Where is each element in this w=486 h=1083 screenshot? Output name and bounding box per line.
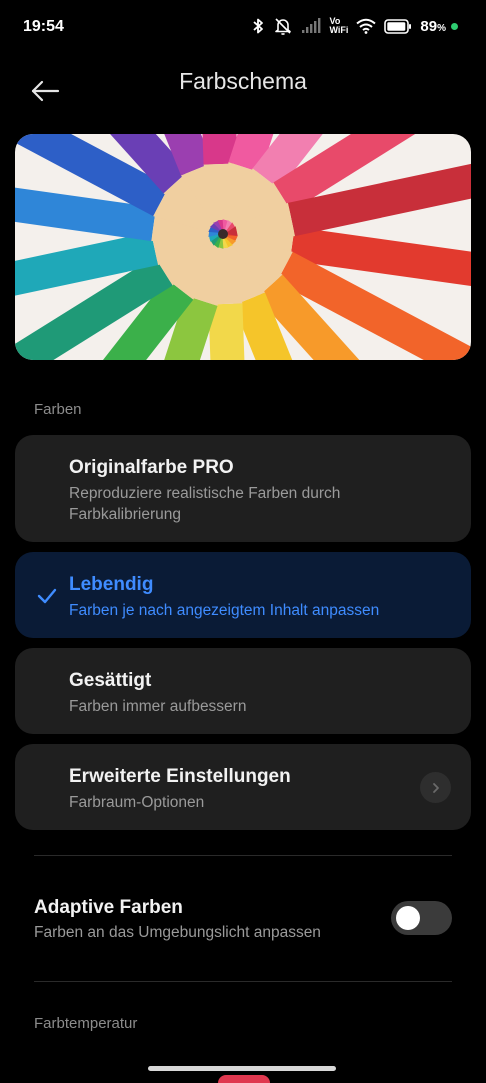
page-title: Farbschema: [179, 68, 307, 94]
adaptive-colors-title: Adaptive Farben: [34, 897, 183, 918]
adaptive-colors-row[interactable]: Adaptive Farben Farben an das Umgebungsl…: [0, 880, 486, 960]
divider: [34, 981, 452, 982]
option-subtitle: Reproduziere realistische Farben durch F…: [69, 485, 341, 523]
option-subtitle: Farbraum-Optionen: [69, 794, 205, 811]
home-indicator[interactable]: [148, 1066, 336, 1071]
toggle-knob: [396, 906, 420, 930]
section-label-colors: Farben: [34, 401, 82, 418]
pencil-wheel-graphic: [15, 134, 471, 360]
battery-icon: [384, 18, 412, 34]
option-subtitle: Farben je nach angezeigtem Inhalt anpass…: [69, 602, 380, 619]
section-label-color-temperature: Farbtemperatur: [34, 1015, 138, 1032]
wifi-icon: [356, 18, 377, 34]
battery-percent-sign: %: [437, 22, 446, 34]
charging-dot: [451, 22, 458, 30]
status-time: 19:54: [23, 18, 64, 35]
adaptive-colors-subtitle: Farben an das Umgebungslicht anpassen: [34, 924, 321, 941]
option-title: Lebendig: [69, 574, 154, 595]
battery-percent: 89%: [420, 18, 446, 35]
vowifi-bottom-label: WiFi: [329, 25, 349, 35]
header: Farbschema: [0, 56, 486, 112]
option-title: Originalfarbe PRO: [69, 457, 234, 478]
option-original-color-pro[interactable]: Originalfarbe PRO Reproduziere realistis…: [15, 435, 471, 542]
pencil-center: [218, 229, 228, 239]
mute-icon: [275, 18, 292, 35]
option-advanced-settings[interactable]: Erweiterte Einstellungen Farbraum-Option…: [15, 744, 471, 830]
status-icons: Vo WiFi 89%: [251, 14, 458, 38]
option-subtitle: Farben immer aufbessern: [69, 698, 247, 715]
bluetooth-icon: [253, 18, 264, 34]
chevron-right-icon: [420, 772, 451, 803]
hero-image-colored-pencils: [15, 134, 471, 360]
option-vivid[interactable]: Lebendig Farben je nach angezeigtem Inha…: [15, 552, 471, 638]
option-saturated[interactable]: Gesättigt Farben immer aufbessern: [15, 648, 471, 734]
check-icon: [37, 588, 57, 604]
battery-percent-value: 89: [420, 17, 438, 35]
option-title: Erweiterte Einstellungen: [69, 766, 291, 787]
vowifi-icon: Vo WiFi: [329, 17, 348, 35]
signal-icon: [302, 18, 321, 33]
adaptive-colors-toggle[interactable]: [391, 901, 452, 935]
color-temperature-slider-peek: [218, 1075, 270, 1083]
option-title: Gesättigt: [69, 670, 152, 691]
status-bar: 19:54 Vo WiFi 89%: [0, 0, 486, 56]
divider: [34, 855, 452, 856]
